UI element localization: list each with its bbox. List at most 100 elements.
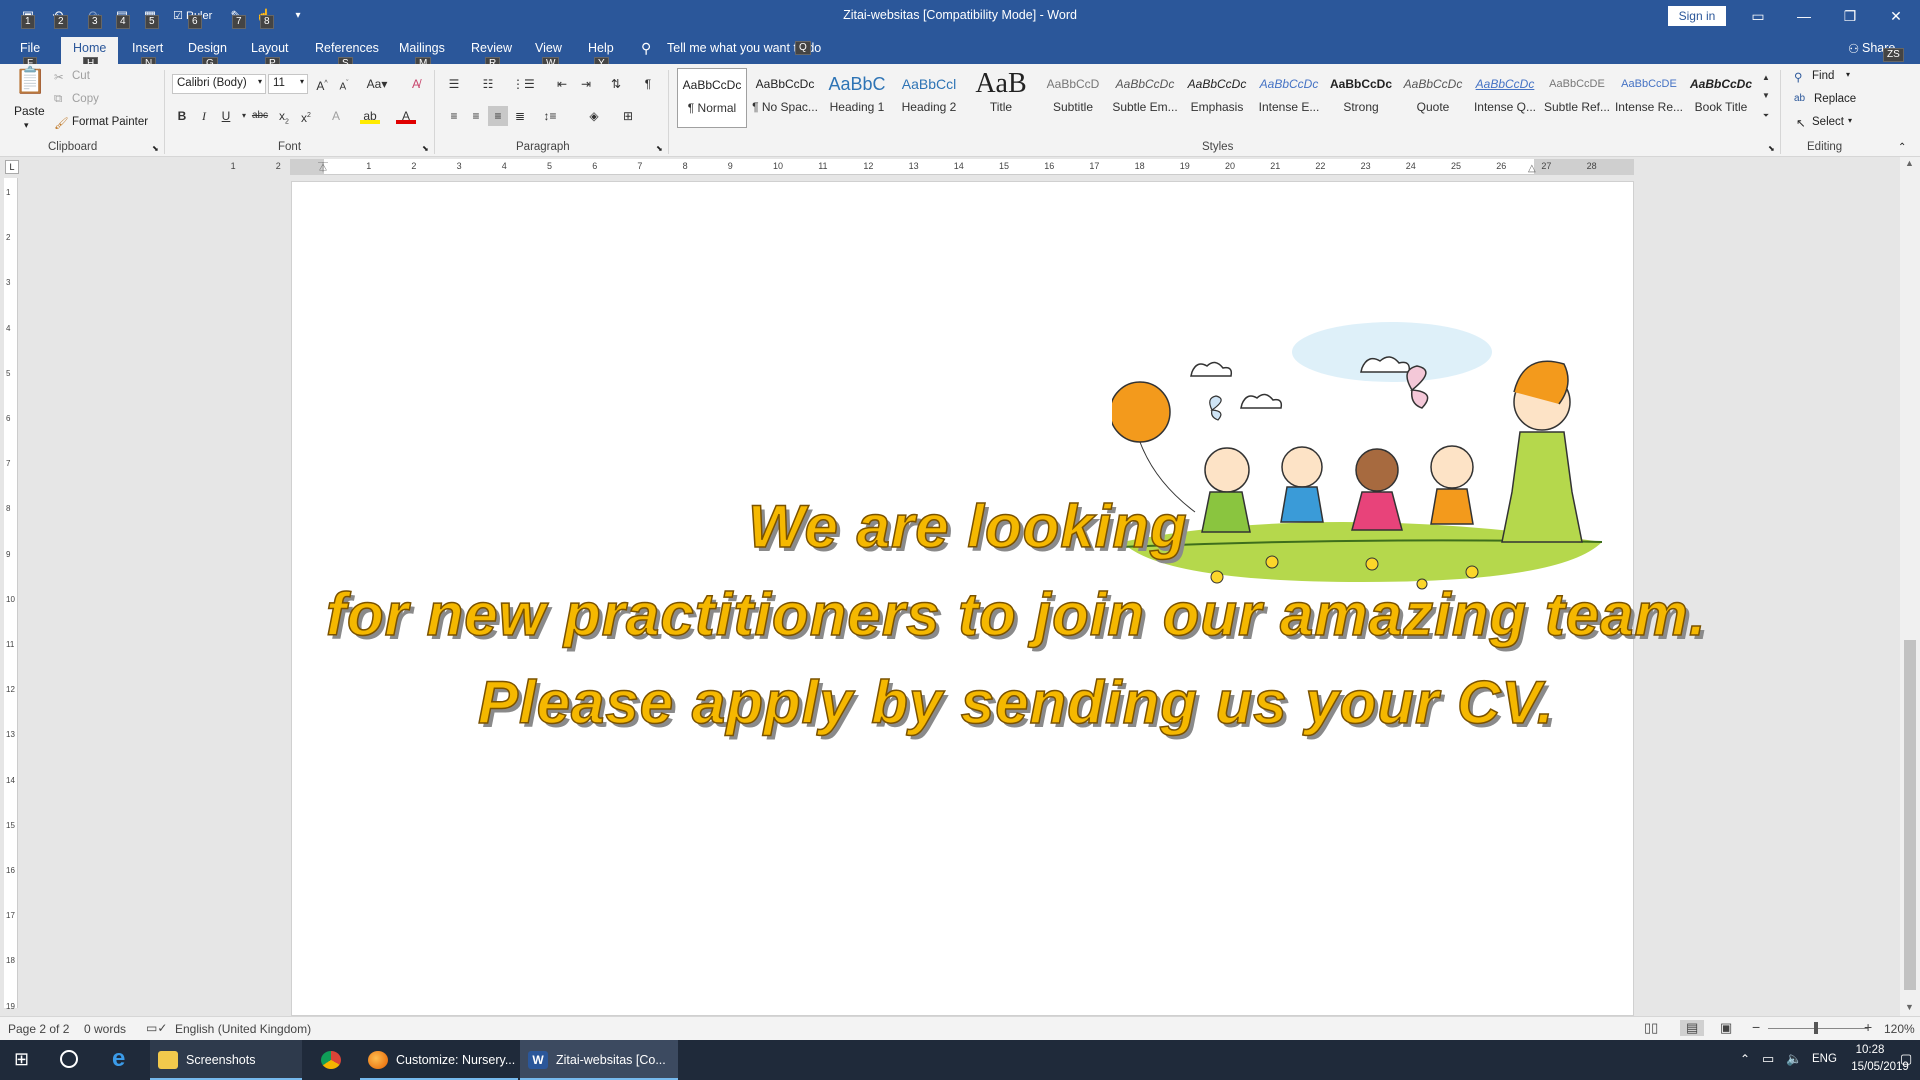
tab-review[interactable]: Review — [471, 41, 512, 55]
numbering-icon[interactable]: ☷ — [478, 74, 498, 94]
ruler-checkbox[interactable]: ☑ — [168, 6, 188, 26]
bold-icon[interactable]: B — [172, 106, 192, 126]
language-indicator[interactable]: English (United Kingdom) — [175, 1022, 311, 1036]
tab-layout[interactable]: Layout — [251, 41, 289, 55]
font-size-box[interactable]: 11 ▾ — [268, 74, 308, 94]
read-mode-icon[interactable]: ▯▯ — [1644, 1020, 1658, 1036]
underline-icon[interactable]: U — [216, 106, 236, 126]
gallery-up-icon[interactable]: ▲ — [1756, 68, 1776, 86]
paste-icon[interactable]: 📋 — [14, 67, 46, 102]
scroll-down-icon[interactable]: ▼ — [1905, 1002, 1914, 1012]
italic-icon[interactable]: I — [194, 106, 214, 126]
subscript-icon[interactable]: x2 — [274, 106, 294, 126]
align-right-icon[interactable]: ≡ — [488, 106, 508, 126]
replace-button[interactable]: Replace — [1814, 93, 1856, 105]
style-book-title[interactable]: AaBbCcDc Book Title — [1686, 68, 1756, 128]
justify-icon[interactable]: ≣ — [510, 106, 530, 126]
font-launcher-icon[interactable]: ⬊ — [422, 144, 429, 153]
style-subtle-emphasis[interactable]: AaBbCcDc Subtle Em... — [1110, 68, 1180, 128]
line-spacing-icon[interactable]: ↕≡ — [540, 106, 560, 126]
customize-qat-icon[interactable]: ▾ — [288, 6, 308, 26]
superscript-icon[interactable]: x2 — [296, 106, 316, 126]
grow-font-icon[interactable]: A^ — [312, 74, 332, 94]
taskbar-app-chrome[interactable] — [310, 1040, 358, 1080]
align-left-icon[interactable]: ≡ — [444, 106, 464, 126]
show-formatting-icon[interactable]: ¶ — [638, 74, 658, 94]
tab-design[interactable]: Design — [188, 41, 227, 55]
zoom-out-icon[interactable]: − — [1752, 1019, 1760, 1035]
scrollbar-thumb[interactable] — [1904, 640, 1916, 990]
right-indent-marker-icon[interactable]: △ — [1528, 163, 1536, 174]
cut-button[interactable]: Cut — [72, 70, 90, 82]
minimize-button[interactable]: — — [1781, 0, 1827, 33]
style-no-spacing[interactable]: AaBbCcDc ¶ No Spac... — [750, 68, 820, 128]
zoom-slider-thumb[interactable] — [1814, 1022, 1818, 1034]
align-center-icon[interactable]: ≡ — [466, 106, 486, 126]
wordart-line-2[interactable]: for new practitioners to join our amazin… — [325, 580, 1707, 649]
gallery-more-icon[interactable]: ⏷ — [1756, 106, 1776, 124]
tab-file[interactable]: File — [20, 41, 40, 55]
decrease-indent-icon[interactable]: ⇤ — [552, 74, 572, 94]
change-case-icon[interactable]: Aa▾ — [364, 74, 390, 94]
format-painter-button[interactable]: Format Painter — [72, 116, 148, 128]
wordart-line-3[interactable]: Please apply by sending us your CV. — [477, 668, 1554, 737]
show-hidden-icons-icon[interactable]: ⌃ — [1740, 1052, 1750, 1066]
collapse-ribbon-icon[interactable]: ⌃ — [1898, 142, 1906, 153]
ribbon-display-options-icon[interactable]: ▭ — [1735, 0, 1781, 33]
zoom-in-icon[interactable]: + — [1864, 1019, 1872, 1035]
style-intense-quote[interactable]: AaBbCcDc Intense Q... — [1470, 68, 1540, 128]
increase-indent-icon[interactable]: ⇥ — [576, 74, 596, 94]
windows-start-icon[interactable]: ⊞ — [14, 1049, 29, 1070]
clipboard-launcher-icon[interactable]: ⬊ — [152, 144, 159, 153]
volume-icon[interactable]: 🔈 — [1786, 1051, 1802, 1067]
select-button[interactable]: Select — [1812, 116, 1844, 128]
edge-icon[interactable]: e — [112, 1045, 125, 1073]
style-emphasis[interactable]: AaBbCcDc Emphasis — [1182, 68, 1252, 128]
taskbar-app-screenshots[interactable]: Screenshots — [150, 1040, 302, 1080]
strikethrough-icon[interactable]: abc — [250, 106, 270, 126]
document-page[interactable]: We are looking for new practitioners to … — [291, 181, 1706, 1016]
cortana-icon[interactable] — [60, 1050, 78, 1068]
indent-marker-icon[interactable]: ⏄ — [318, 159, 328, 174]
word-count[interactable]: 0 words — [84, 1022, 126, 1036]
shading-icon[interactable]: ◈ — [584, 106, 604, 126]
style-subtitle[interactable]: AaBbCcD Subtitle — [1038, 68, 1108, 128]
paste-dropdown-icon[interactable]: ▾ — [24, 120, 29, 131]
chevron-down-icon[interactable]: ▾ — [1846, 70, 1850, 79]
gallery-down-icon[interactable]: ▼ — [1756, 86, 1776, 104]
tab-view[interactable]: View — [535, 41, 562, 55]
network-icon[interactable]: ▭ — [1762, 1051, 1774, 1067]
chevron-down-icon[interactable]: ▾ — [1848, 116, 1852, 125]
sort-icon[interactable]: ⇅ — [606, 74, 626, 94]
paste-button[interactable]: Paste — [14, 104, 45, 118]
style-title[interactable]: AaB Title — [966, 68, 1036, 128]
text-effects-icon[interactable]: A — [326, 106, 346, 126]
paragraph-launcher-icon[interactable]: ⬊ — [656, 144, 663, 153]
tab-mailings[interactable]: Mailings — [399, 41, 445, 55]
tab-references[interactable]: References — [315, 41, 379, 55]
clock-time[interactable]: 10:28 — [1846, 1044, 1894, 1056]
page-count[interactable]: Page 2 of 2 — [8, 1022, 69, 1036]
print-layout-icon[interactable]: ▤ — [1680, 1020, 1705, 1036]
web-layout-icon[interactable]: ▣ — [1720, 1020, 1732, 1036]
share-icon[interactable]: ⚇ — [1848, 41, 1859, 56]
style-heading-1[interactable]: AaBbC Heading 1 — [822, 68, 892, 128]
restore-button[interactable]: ❐ — [1827, 0, 1873, 33]
proofing-icon[interactable]: ▭✓ — [146, 1021, 167, 1035]
taskbar-app-firefox[interactable]: Customize: Nursery... — [360, 1040, 518, 1080]
highlight-icon[interactable]: ab — [360, 106, 380, 124]
find-button[interactable]: Find — [1812, 70, 1834, 82]
scroll-up-icon[interactable]: ▲ — [1905, 158, 1914, 168]
bullets-icon[interactable]: ☰ — [444, 74, 464, 94]
sign-in-button[interactable]: Sign in — [1668, 6, 1726, 26]
style-normal[interactable]: AaBbCcDc ¶ Normal — [677, 68, 747, 128]
tab-help[interactable]: Help — [588, 41, 614, 55]
style-intense-emphasis[interactable]: AaBbCcDc Intense E... — [1254, 68, 1324, 128]
multilevel-list-icon[interactable]: ⋮☰ — [512, 74, 535, 94]
font-color-icon[interactable]: A — [396, 106, 416, 124]
zoom-level[interactable]: 120% — [1884, 1022, 1915, 1036]
tab-insert[interactable]: Insert — [132, 41, 163, 55]
borders-icon[interactable]: ⊞ — [618, 106, 638, 126]
style-strong[interactable]: AaBbCcDc Strong — [1326, 68, 1396, 128]
font-name-box[interactable]: Calibri (Body) ▾ — [172, 74, 266, 94]
